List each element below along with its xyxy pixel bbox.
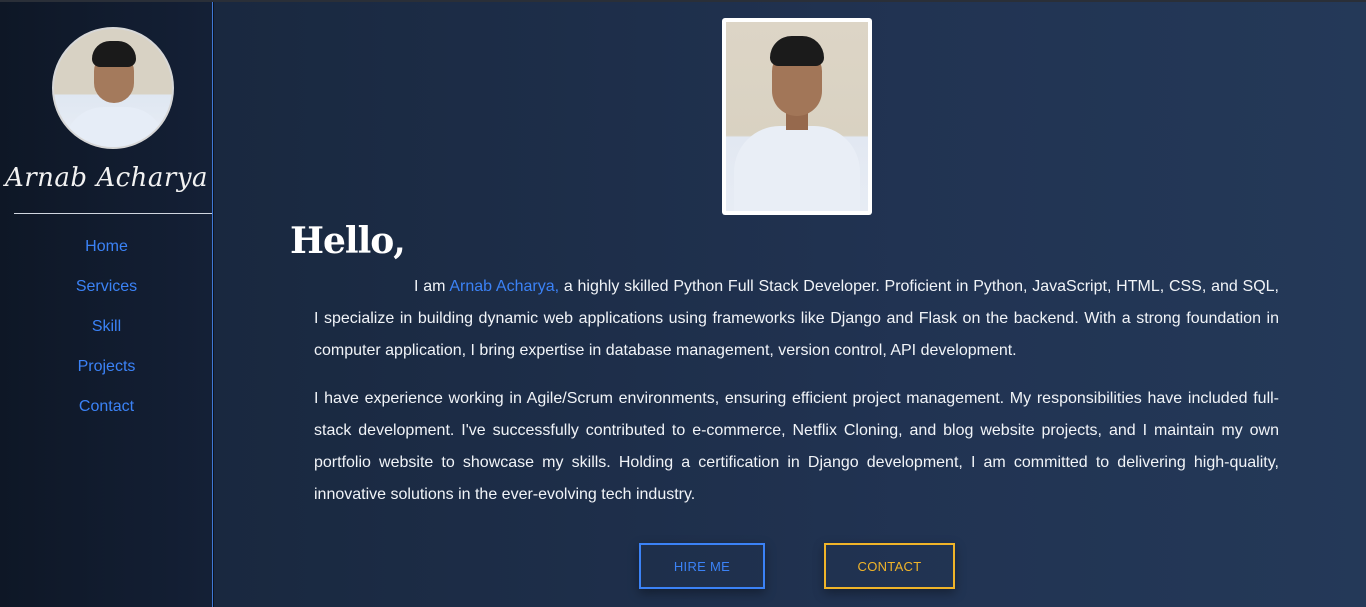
intro-paragraph: I am Arnab Acharya, a highly skilled Pyt… [314, 271, 1279, 367]
profile-avatar [52, 27, 174, 149]
nav-item-skill[interactable]: Skill [0, 318, 213, 358]
nav-item-contact[interactable]: Contact [0, 398, 213, 438]
avatar-hair [92, 41, 136, 67]
nav-item-projects[interactable]: Projects [0, 358, 213, 398]
portrait-photo [726, 22, 868, 211]
avatar-shirt [64, 107, 166, 147]
portrait-hair [770, 36, 824, 66]
sidebar-divider [14, 213, 212, 214]
sidebar: Arnab Acharya Home Services Skill Projec… [0, 2, 213, 607]
intro-name-highlight: Arnab Acharya, [449, 278, 560, 295]
intro-prefix: I am [414, 278, 450, 295]
nav-item-services[interactable]: Services [0, 278, 213, 318]
contact-button[interactable]: CONTACT [824, 543, 955, 589]
nav-item-home[interactable]: Home [0, 238, 213, 278]
profile-portrait [722, 18, 872, 215]
portrait-shirt [734, 126, 860, 211]
greeting-heading: Hello, [290, 220, 406, 262]
sidebar-nav: Home Services Skill Projects Contact [0, 238, 213, 438]
profile-name: Arnab Acharya [4, 163, 209, 193]
hire-me-button[interactable]: HIRE ME [639, 543, 765, 589]
main-content: Hello, I am Arnab Acharya, a highly skil… [214, 2, 1366, 607]
experience-paragraph: I have experience working in Agile/Scrum… [314, 390, 1279, 503]
